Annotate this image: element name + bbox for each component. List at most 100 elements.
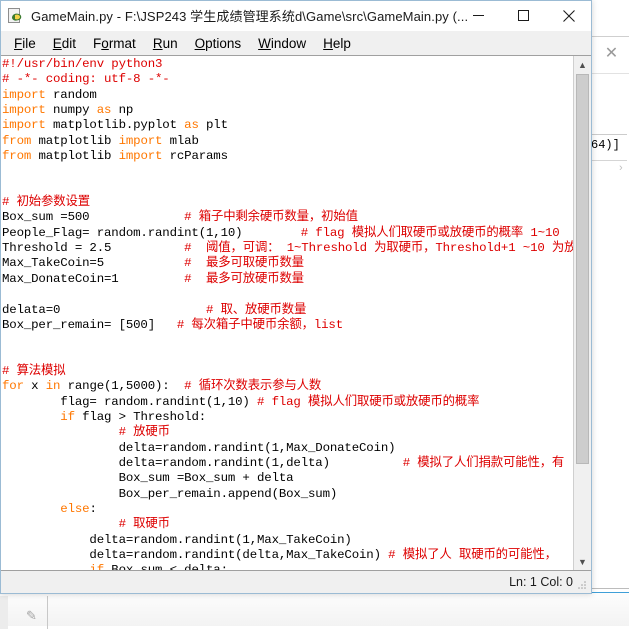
code-token: if — [60, 409, 75, 424]
background-window-edge — [0, 596, 8, 629]
chevron-up-icon[interactable]: ▲ — [574, 56, 591, 73]
code-token: import — [2, 118, 46, 133]
window-titlebar[interactable]: GameMain.py - F:\JSP243 学生成绩管理系统d\Game\s… — [1, 1, 591, 31]
chevron-down-icon[interactable]: ▼ — [574, 553, 591, 570]
code-token: for — [2, 379, 24, 394]
code-token: matplotlib — [31, 133, 119, 148]
statusbar: Ln: 1 Col: 0 — [1, 571, 591, 593]
code-text-area[interactable]: #!/usr/bin/env python3 # -*- coding: utf… — [1, 56, 573, 570]
menubar: File Edit Format Run Options Window Help — [1, 31, 591, 55]
pencil-icon: ✎ — [26, 608, 37, 623]
code-token: matplotlib.pyplot — [45, 118, 185, 133]
code-token: Max_DonateCoin=1 — [2, 271, 185, 286]
code-token: # 模拟了人 取硬币的可能性， — [388, 548, 557, 562]
code-token: : — [89, 501, 97, 516]
code-token: flag > Threshold: — [74, 409, 207, 424]
divider — [47, 596, 48, 629]
code-token: delta=random.randint(1,delta) — [2, 455, 403, 470]
menu-file[interactable]: File — [6, 34, 45, 53]
code-token: from — [2, 133, 32, 148]
code-token: # 最多可取硬币数量 — [184, 256, 304, 271]
window-controls — [456, 1, 591, 30]
window-title: GameMain.py - F:\JSP243 学生成绩管理系统d\Game\s… — [31, 9, 469, 24]
code-token: rcParams — [162, 149, 228, 164]
code-token: np — [111, 103, 134, 118]
code-token: import — [118, 133, 163, 148]
code-token: # 算法模拟 — [2, 363, 66, 378]
code-token: # 最多可放硬币数量 — [184, 271, 304, 286]
background-window-right[interactable]: ✕ 64)] › — [588, 36, 629, 588]
code-token: numpy — [45, 103, 97, 118]
code-token: Max_TakeCoin=5 — [2, 256, 185, 271]
menu-format[interactable]: Format — [85, 34, 145, 53]
editor-vertical-scrollbar[interactable]: ▲ ▼ — [573, 56, 591, 570]
code-token: import — [2, 87, 46, 102]
menu-run[interactable]: Run — [145, 34, 187, 53]
maximize-button[interactable] — [501, 1, 546, 30]
scrollbar-thumb[interactable] — [576, 74, 589, 464]
code-token: # 取硬币 — [118, 517, 170, 532]
editor-area: #!/usr/bin/env python3 # -*- coding: utf… — [1, 55, 591, 571]
background-window-content: 64)] › — [589, 74, 629, 588]
code-token: #!/usr/bin/env python3 — [2, 57, 163, 71]
code-token: # 阈值，可调： 1~Threshold 为取硬币，Threshold+1 ~1… — [184, 241, 573, 256]
code-token: matplotlib — [31, 149, 119, 164]
source-code[interactable]: #!/usr/bin/env python3 # -*- coding: utf… — [2, 57, 573, 570]
code-token: else — [60, 501, 90, 516]
menu-edit[interactable]: Edit — [45, 34, 85, 53]
code-token: Box_sum =Box_sum + delta — [2, 471, 294, 486]
divider — [589, 160, 627, 161]
code-token: Box_sum < delta: — [104, 563, 228, 570]
code-token: Box_sum =500 — [2, 210, 185, 225]
menu-window[interactable]: Window — [250, 34, 315, 53]
idle-editor-window: GameMain.py - F:\JSP243 学生成绩管理系统d\Game\s… — [0, 0, 592, 594]
code-token: import — [2, 103, 46, 118]
code-token: Box_per_remain.append(Box_sum) — [2, 486, 338, 501]
code-token: # 循环次数表示参与人数 — [184, 379, 322, 394]
menu-help[interactable]: Help — [315, 34, 360, 53]
python-file-icon — [8, 7, 24, 24]
code-token: range(1,5000): — [60, 379, 185, 394]
resize-grip-icon[interactable] — [576, 579, 588, 591]
code-token: as — [184, 118, 199, 133]
code-token: People_Flag= random.randint(1,10) — [2, 225, 301, 240]
code-token: from — [2, 149, 32, 164]
code-token: random — [45, 87, 97, 102]
code-token: import — [118, 149, 163, 164]
code-token: x — [23, 379, 46, 394]
code-token: # 每次箱子中硬币余额，list — [176, 317, 343, 332]
code-token: # flag 模拟人们取硬币或放硬币的概率 1~10 — [300, 225, 560, 240]
scroll-hint-icon: › — [619, 162, 623, 174]
code-token: flag= random.randint(1,10) — [2, 394, 257, 409]
code-token: in — [45, 379, 61, 394]
code-token: delta=random.randint(delta,Max_TakeCoin) — [2, 548, 389, 562]
code-token: plt — [198, 118, 228, 133]
code-token: if — [89, 563, 104, 570]
close-button[interactable] — [546, 1, 591, 30]
code-token: # 初始参数设置 — [2, 195, 91, 210]
menu-options[interactable]: Options — [187, 34, 251, 53]
background-window-bottom-strip: ✎ — [0, 592, 629, 629]
code-token: Box_per_remain= [500] — [2, 317, 177, 332]
code-token: # 放硬币 — [118, 425, 170, 440]
background-text-fragment: 64)] — [591, 138, 620, 152]
minimize-button[interactable] — [456, 1, 501, 30]
cursor-position-label: Ln: 1 Col: 0 — [509, 575, 573, 589]
code-token: # 模拟了人们捐款可能性，有 — [402, 455, 565, 470]
code-token: Threshold = 2.5 — [2, 241, 185, 256]
background-window-titlebar: ✕ — [589, 37, 629, 74]
code-token: # 箱子中剩余硬币数量，初始值 — [184, 210, 358, 225]
code-token: # flag 模拟人们取硬币或放硬币的概率 — [257, 394, 480, 409]
code-token: # 取、放硬币数量 — [206, 302, 307, 317]
close-icon[interactable]: ✕ — [604, 45, 619, 61]
divider — [589, 134, 627, 135]
code-token: mlab — [162, 133, 199, 148]
code-token: delta=random.randint(1,Max_TakeCoin) — [2, 532, 352, 547]
code-token: # -*- coding: utf-8 -*- — [2, 72, 170, 87]
code-token: as — [96, 103, 112, 118]
code-token: delata=0 — [2, 302, 206, 317]
